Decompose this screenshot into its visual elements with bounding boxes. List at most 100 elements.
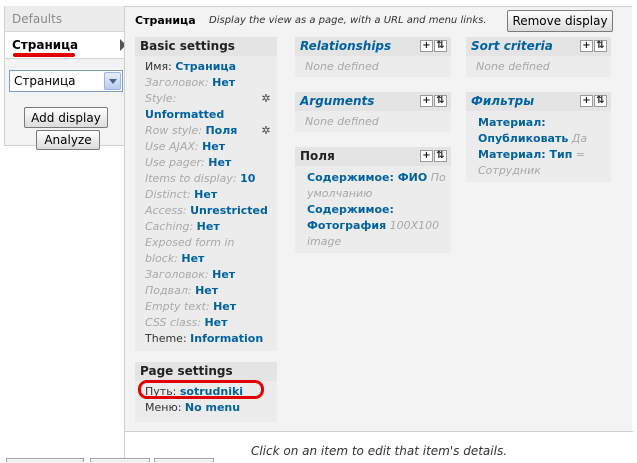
setting-row[interactable]: Заголовок: Нет (145, 267, 277, 283)
field-item[interactable]: Содержимое: (307, 202, 451, 218)
rearrange-icon[interactable]: ⇅ (594, 95, 607, 107)
field-name: Содержимое: (307, 203, 394, 216)
display-description: Display the view as a page, with a URL a… (209, 15, 487, 26)
setting-row[interactable]: Caching: Нет (145, 219, 277, 235)
rearrange-icon[interactable]: ⇅ (434, 40, 447, 52)
setting-value[interactable]: Нет (212, 268, 235, 281)
setting-row[interactable]: Use AJAX: Нет (145, 139, 277, 155)
setting-value[interactable]: Нет (195, 284, 218, 297)
relationships-buttons: + ⇅ (419, 40, 447, 52)
sort-criteria-buttons: + ⇅ (579, 40, 607, 52)
setting-value[interactable]: Unrestricted (190, 204, 268, 217)
setting-value[interactable]: Нет (202, 140, 225, 153)
field-name: Содержимое: ФИО (307, 171, 428, 184)
setting-label: Меню: (145, 401, 185, 414)
filter-item[interactable]: Материал: Тип = (478, 147, 611, 163)
filter-operator: = (572, 148, 586, 161)
field-item[interactable]: Содержимое: ФИО По (307, 170, 451, 186)
plus-icon[interactable]: + (580, 95, 593, 107)
setting-row[interactable]: Unformatted (145, 107, 277, 123)
arguments-box: Arguments + ⇅ None defined (295, 92, 451, 132)
setting-row[interactable]: Имя: Страница (145, 59, 277, 75)
arguments-buttons: + ⇅ (419, 95, 447, 107)
gear-icon[interactable]: ✲ (261, 125, 271, 136)
setting-label: Style: (145, 92, 177, 105)
chevron-down-icon (109, 79, 117, 84)
setting-value[interactable]: Нет (194, 188, 217, 201)
fields-label: Поля (300, 149, 335, 163)
setting-value[interactable]: 10 (240, 172, 255, 185)
setting-label: Use pager: (145, 156, 209, 169)
setting-row[interactable]: Заголовок: Нет (145, 75, 277, 91)
remove-display-button[interactable]: Remove display (507, 10, 613, 32)
setting-row[interactable]: Style: ✲ (145, 91, 277, 107)
setting-row[interactable]: Row style: Поля ✲ (145, 123, 277, 139)
rearrange-icon[interactable]: ⇅ (594, 40, 607, 52)
setting-label: Access: (145, 204, 191, 217)
filter-item[interactable]: Материал: (478, 115, 611, 131)
relationships-label: Relationships (300, 39, 392, 53)
setting-label: Items to display: (145, 172, 241, 185)
arguments-label: Arguments (300, 94, 375, 108)
arguments-title[interactable]: Arguments + ⇅ (295, 92, 451, 111)
bottom-button-stub (6, 458, 84, 462)
setting-value[interactable]: Поля (205, 124, 237, 137)
dropdown-button[interactable] (104, 72, 121, 90)
plus-icon[interactable]: + (420, 40, 433, 52)
setting-row[interactable]: CSS class: Нет (145, 315, 277, 331)
setting-label: Use AJAX: (145, 140, 203, 153)
display-type-selected: Страница (14, 74, 76, 88)
filter-item-cont[interactable]: Опубликовать Да (478, 131, 611, 147)
setting-value[interactable]: Страница (175, 60, 236, 73)
relationships-title[interactable]: Relationships + ⇅ (295, 37, 451, 56)
setting-row[interactable]: Empty text: Нет (145, 299, 277, 315)
setting-value[interactable]: Unformatted (145, 108, 224, 121)
setting-value[interactable]: Нет (208, 156, 231, 169)
setting-row[interactable]: Подвал: Нет (145, 283, 277, 299)
setting-value[interactable]: Нет (212, 76, 235, 89)
filter-value: Да (568, 132, 588, 145)
filters-box: Фильтры + ⇅ Материал: Опубликовать Да Мат… (466, 92, 611, 182)
gear-icon[interactable]: ✲ (261, 93, 271, 104)
plus-icon[interactable]: + (420, 95, 433, 107)
display-type-select[interactable]: Страница (9, 70, 123, 92)
analyze-button[interactable]: Analyze (36, 130, 100, 150)
setting-row[interactable]: Use pager: Нет (145, 155, 277, 171)
rearrange-icon[interactable]: ⇅ (434, 150, 447, 162)
setting-row[interactable]: Access: Unrestricted (145, 203, 277, 219)
setting-row[interactable]: Distinct: Нет (145, 187, 277, 203)
add-display-button[interactable]: Add display (24, 107, 108, 128)
setting-row[interactable]: Exposed form in (145, 235, 277, 251)
filter-name-cont: Опубликовать (478, 132, 569, 145)
setting-row[interactable]: Theme: Information (145, 331, 277, 347)
rearrange-icon[interactable]: ⇅ (434, 95, 447, 107)
highlight-underline (13, 53, 75, 57)
field-item-cont: image (307, 235, 342, 248)
fields-box: Поля + ⇅ Содержимое: ФИО По умолчанию Сод… (295, 147, 451, 253)
setting-row[interactable]: block: Нет (145, 251, 277, 267)
path-highlight-oval (138, 380, 264, 399)
setting-label: block: (145, 252, 182, 265)
setting-value[interactable]: Information (190, 332, 263, 345)
setting-label: Подвал: (145, 284, 196, 297)
filter-name: Материал: Тип (478, 148, 573, 161)
sort-criteria-title[interactable]: Sort criteria + ⇅ (466, 37, 611, 56)
setting-value[interactable]: Нет (213, 300, 236, 313)
setting-value[interactable]: Нет (197, 220, 220, 233)
field-label-text: 100X100 (386, 219, 440, 232)
tab-defaults[interactable]: Defaults (5, 6, 125, 32)
field-item-cont: умолчанию (307, 187, 373, 200)
display-tabs: Defaults Страница Страница Add display A… (4, 6, 126, 150)
setting-label: Distinct: (145, 188, 195, 201)
setting-row[interactable]: Меню: No menu (145, 400, 277, 416)
setting-row[interactable]: Items to display: 10 (145, 171, 277, 187)
setting-label: Theme: (145, 332, 191, 345)
field-item-cont[interactable]: Фотография 100X100 (307, 218, 451, 234)
bottom-button-stub (154, 458, 214, 462)
plus-icon[interactable]: + (580, 40, 593, 52)
setting-value[interactable]: No menu (185, 401, 240, 414)
plus-icon[interactable]: + (420, 150, 433, 162)
setting-value[interactable]: Нет (204, 316, 227, 329)
setting-label: Row style: (145, 124, 206, 137)
setting-value[interactable]: Нет (181, 252, 204, 265)
